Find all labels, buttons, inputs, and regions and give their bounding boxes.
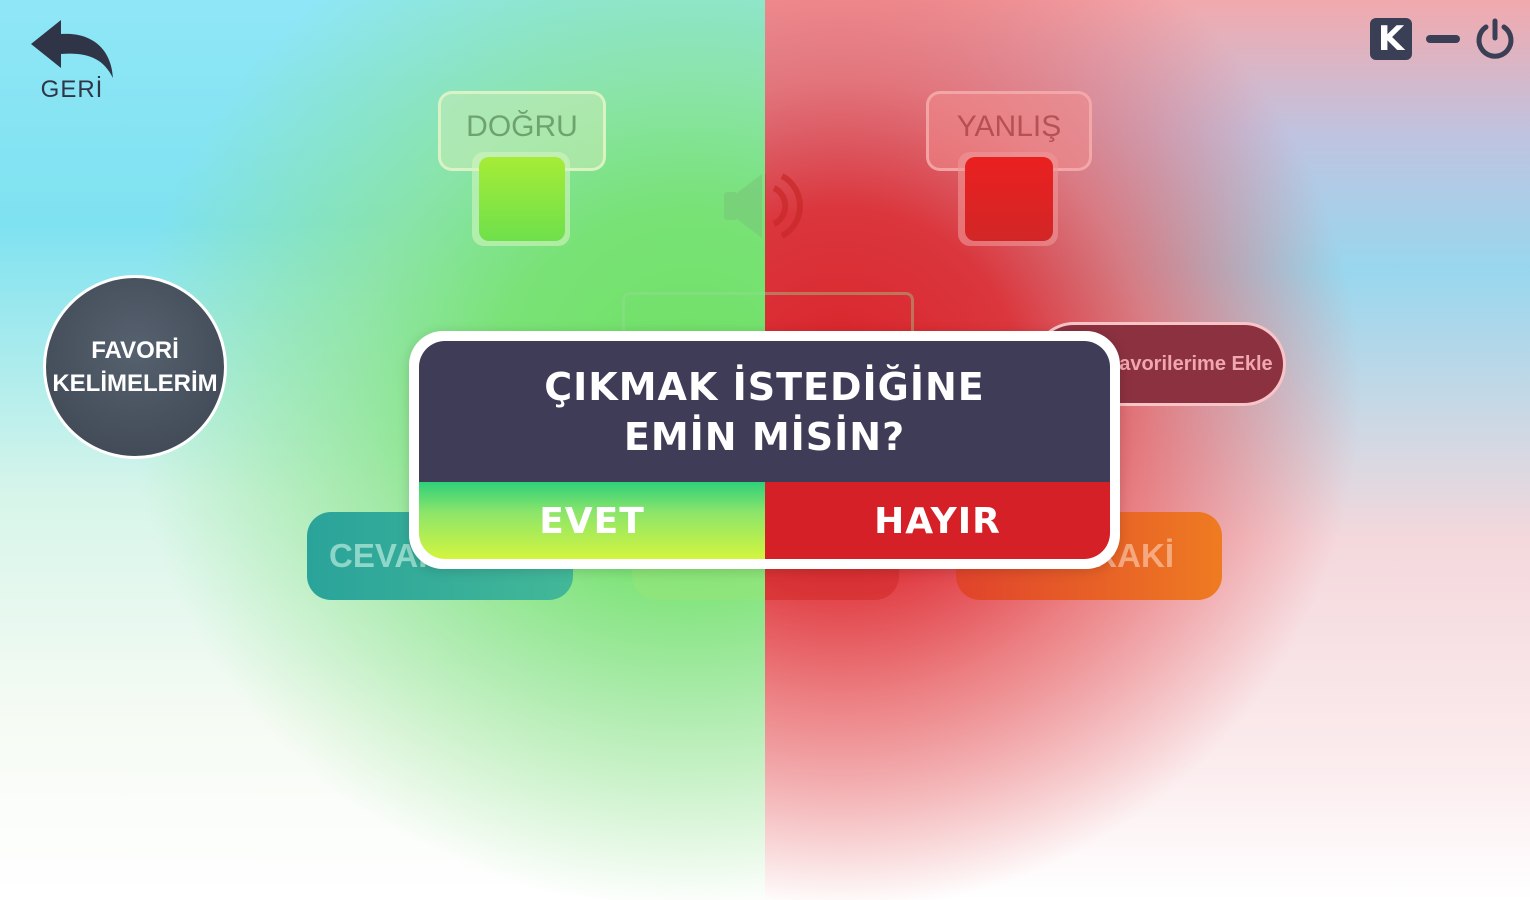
dialog-question-line1: ÇIKMAK İSTEDİĞİNE xyxy=(544,364,985,409)
correct-label: DOĞRU xyxy=(466,110,578,143)
back-arrow-icon xyxy=(31,20,113,78)
exit-confirm-dialog: ÇIKMAK İSTEDİĞİNE EMİN MİSİN? EVET HAYIR xyxy=(409,331,1120,569)
favorites-label-line1: FAVORİ xyxy=(91,337,179,364)
back-button[interactable]: GERİ xyxy=(24,18,120,110)
wrong-label: YANLIŞ xyxy=(956,110,1062,143)
favorite-words-button[interactable]: FAVORİ KELİMELERİM xyxy=(43,275,227,459)
window-controls: K xyxy=(1370,16,1516,62)
back-label: GERİ xyxy=(40,76,104,103)
minimize-icon[interactable] xyxy=(1426,35,1460,43)
speaker-icon[interactable] xyxy=(722,168,808,244)
dialog-header: ÇIKMAK İSTEDİĞİNE EMİN MİSİN? xyxy=(419,341,1110,482)
wrong-button[interactable] xyxy=(965,157,1053,241)
yes-button[interactable]: EVET xyxy=(419,482,765,559)
dialog-body: ÇIKMAK İSTEDİĞİNE EMİN MİSİN? EVET HAYIR xyxy=(419,341,1110,559)
game-screen: GERİ K DOĞRU YANLIŞ FAVORİ KELİMELERİM F… xyxy=(0,0,1530,900)
correct-button[interactable] xyxy=(479,157,565,241)
k-logo-button[interactable]: K xyxy=(1370,18,1412,60)
favorites-label-line2: KELİMELERİM xyxy=(52,370,218,397)
power-icon[interactable] xyxy=(1474,18,1516,60)
dialog-question-line2: EMİN MİSİN? xyxy=(623,414,906,459)
no-button[interactable]: HAYIR xyxy=(765,482,1110,559)
